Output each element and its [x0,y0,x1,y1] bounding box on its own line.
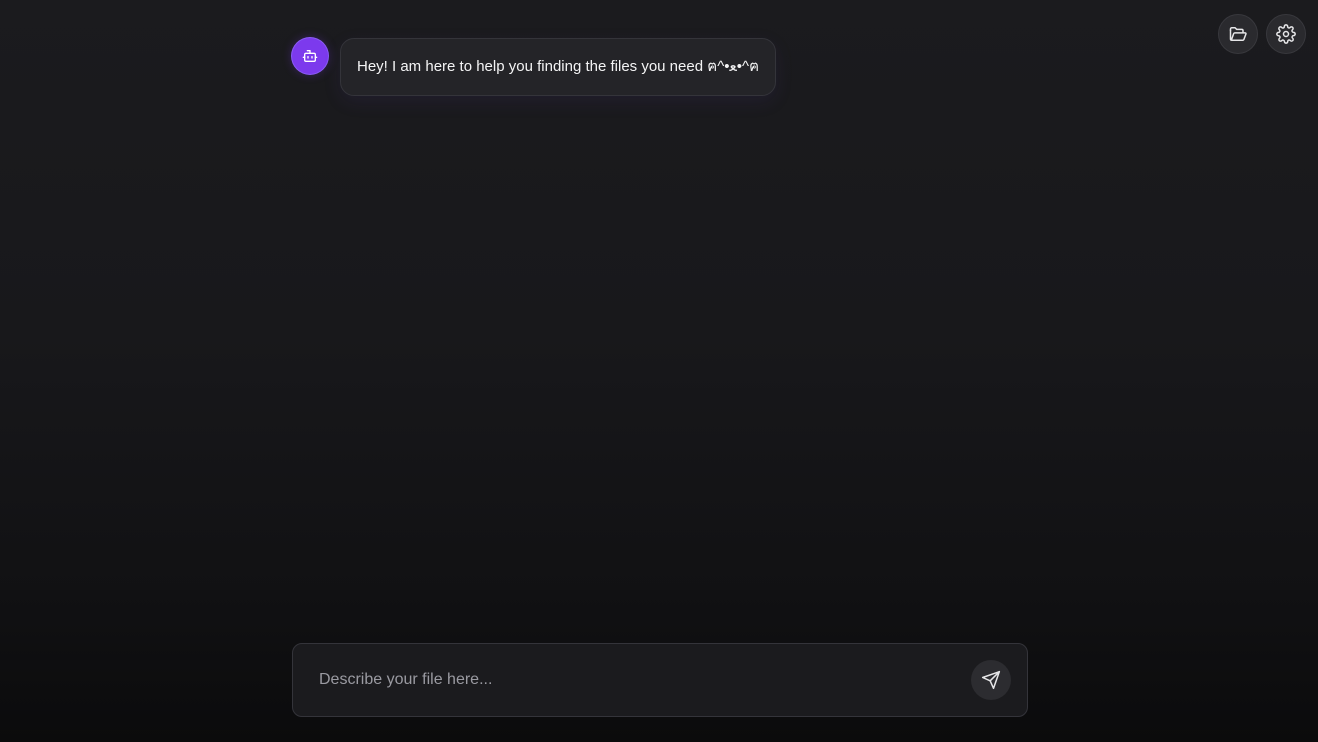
assistant-message: Hey! I am here to help you finding the f… [292,38,1028,96]
settings-button[interactable] [1266,14,1306,54]
chat-area: Hey! I am here to help you finding the f… [292,38,1028,96]
robot-icon [302,50,318,62]
send-button[interactable] [971,660,1011,700]
gear-icon [1276,24,1296,44]
send-icon [981,670,1001,690]
open-folder-button[interactable] [1218,14,1258,54]
folder-open-icon [1229,27,1247,41]
message-composer [292,643,1028,717]
message-bubble: Hey! I am here to help you finding the f… [340,38,777,96]
top-actions [1218,14,1306,54]
assistant-avatar [292,38,328,74]
file-description-input[interactable] [317,670,971,690]
